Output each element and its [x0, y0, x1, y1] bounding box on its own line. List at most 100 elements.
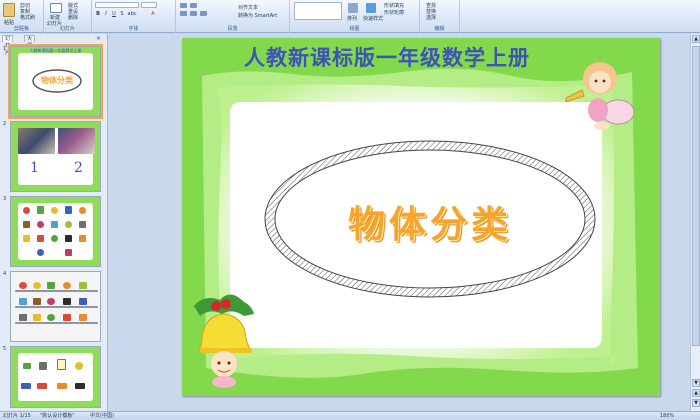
numbering-icon[interactable] — [190, 3, 197, 8]
scroll-up-icon[interactable]: ▲ — [692, 35, 700, 43]
item-icon — [37, 235, 44, 242]
slide-number: 2 — [3, 121, 7, 127]
close-icon[interactable]: × — [96, 35, 101, 42]
drawing-group: 排列 快速样式 形状填充 形状轮廓 绘图 — [290, 0, 420, 33]
thumbnail-image[interactable] — [10, 196, 101, 267]
slide-title[interactable]: 人教新课标版一年级数学上册 — [212, 42, 562, 72]
item-icon — [47, 282, 55, 289]
shape-outline-button[interactable]: 形状轮廓 — [384, 9, 404, 16]
paragraph-group-label: 段落 — [227, 26, 238, 32]
paste-icon[interactable] — [3, 3, 15, 17]
quick-styles-button[interactable]: 快速样式 — [363, 15, 383, 22]
shelf — [15, 322, 98, 324]
item-icon — [63, 298, 71, 305]
item-icon — [51, 207, 58, 214]
clipboard-group-label: 剪贴板 — [13, 26, 29, 32]
item-icon — [79, 207, 86, 214]
align-right-icon[interactable] — [200, 11, 207, 16]
font-name-box[interactable] — [95, 2, 139, 8]
slide-number: 1 — [3, 46, 7, 52]
item-icon — [47, 298, 55, 305]
shapes-gallery[interactable] — [294, 2, 342, 20]
item-icon — [39, 362, 47, 370]
align-text-button[interactable]: 对齐文本 — [238, 4, 258, 11]
slide-main-text[interactable]: 物体分类 — [270, 145, 590, 305]
slide-number: 4 — [3, 271, 7, 277]
item-icon — [51, 221, 58, 228]
photo-right — [58, 128, 95, 154]
arrange-button[interactable]: 排列 — [347, 15, 357, 22]
font-color-button[interactable]: A — [150, 11, 156, 17]
clipboard-group: 粘贴 剪切 复制 格式刷 剪贴板 — [0, 0, 44, 33]
current-slide[interactable]: 人教新课标版一年级数学上册 物体分类 — [182, 38, 660, 396]
next-slide-icon[interactable]: ▼ — [692, 399, 700, 407]
thumbnail-image[interactable]: 1 2 — [10, 121, 101, 192]
thumb-label-2: 2 — [74, 160, 83, 176]
thumbnail-image[interactable] — [10, 271, 101, 342]
strikethrough-button[interactable]: abc — [127, 11, 137, 17]
item-icon — [37, 221, 44, 228]
shape-fill-button[interactable]: 形状填充 — [384, 2, 404, 9]
item-icon — [23, 221, 30, 228]
drawing-group-label: 绘图 — [349, 26, 360, 32]
item-icon — [23, 235, 30, 242]
thumb-title: 人教新课标版一年级数学上册 — [29, 48, 82, 53]
status-bar: 幻灯片 1/15 "默认设计模板" 中文(中国) 180% — [0, 411, 700, 419]
slides-group: 新建 幻灯片 版式 重设 删除 幻灯片 — [44, 0, 92, 33]
scroll-thumb[interactable] — [692, 46, 700, 346]
item-icon — [33, 282, 41, 289]
item-icon — [19, 314, 27, 321]
align-center-icon[interactable] — [190, 11, 197, 16]
scroll-down-icon[interactable]: ▼ — [692, 379, 700, 387]
item-icon — [57, 383, 67, 389]
item-icon — [79, 282, 87, 289]
item-icon — [19, 298, 27, 305]
convert-smartart-button[interactable]: 转换为 SmartArt — [238, 12, 277, 19]
item-icon — [75, 383, 85, 389]
item-icon — [65, 221, 72, 228]
item-icon — [65, 249, 72, 256]
item-icon — [79, 298, 87, 305]
thumb-white-panel — [18, 353, 93, 401]
font-size-box[interactable] — [141, 2, 157, 8]
tab-slides[interactable]: 幻灯片 — [2, 35, 14, 56]
align-left-icon[interactable] — [180, 11, 187, 16]
slide-panel: 幻灯片 大纲 × 1 人教新课标版一年级数学上册 物体分类 2 1 2 3 — [0, 34, 108, 411]
tab-outline[interactable]: 大纲 — [24, 35, 36, 49]
item-icon — [63, 314, 71, 321]
item-icon — [65, 235, 72, 242]
underline-button[interactable]: U — [111, 11, 117, 17]
item-icon — [33, 314, 41, 321]
shelf — [15, 306, 98, 308]
arrange-icon[interactable] — [348, 3, 358, 13]
item-icon — [19, 282, 27, 289]
shelf — [15, 290, 98, 292]
item-icon — [37, 249, 44, 256]
format-painter-button[interactable]: 格式刷 — [20, 14, 35, 21]
item-icon — [37, 383, 47, 389]
bullets-icon[interactable] — [180, 3, 187, 8]
thumbnail-image[interactable]: 人教新课标版一年级数学上册 物体分类 — [8, 44, 103, 119]
slide-number: 5 — [3, 346, 7, 352]
editing-group-label: 编辑 — [434, 26, 445, 32]
previous-slide-icon[interactable]: ▲ — [692, 389, 700, 397]
delete-button[interactable]: 删除 — [68, 14, 78, 21]
item-icon — [79, 314, 87, 321]
item-icon — [57, 359, 66, 370]
item-icon — [23, 207, 30, 214]
thumb-caption: 物体分类 — [41, 76, 73, 85]
item-icon — [33, 298, 41, 305]
shadow-button[interactable]: S — [119, 11, 125, 17]
item-icon — [79, 221, 86, 228]
vertical-scrollbar[interactable]: ▲ ▼ ▲ ▼ — [690, 34, 700, 411]
item-icon — [63, 282, 71, 289]
bold-button[interactable]: B — [95, 11, 101, 17]
new-slide-icon[interactable] — [50, 3, 62, 13]
editing-group: 查找 替换 选择 编辑 — [420, 0, 460, 33]
quick-styles-icon[interactable] — [366, 3, 376, 13]
select-button[interactable]: 选择 — [426, 14, 436, 21]
thumbnail-image[interactable] — [10, 346, 101, 408]
slides-group-label: 幻灯片 — [59, 26, 75, 32]
item-icon — [21, 383, 31, 389]
italic-button[interactable]: I — [103, 11, 109, 17]
